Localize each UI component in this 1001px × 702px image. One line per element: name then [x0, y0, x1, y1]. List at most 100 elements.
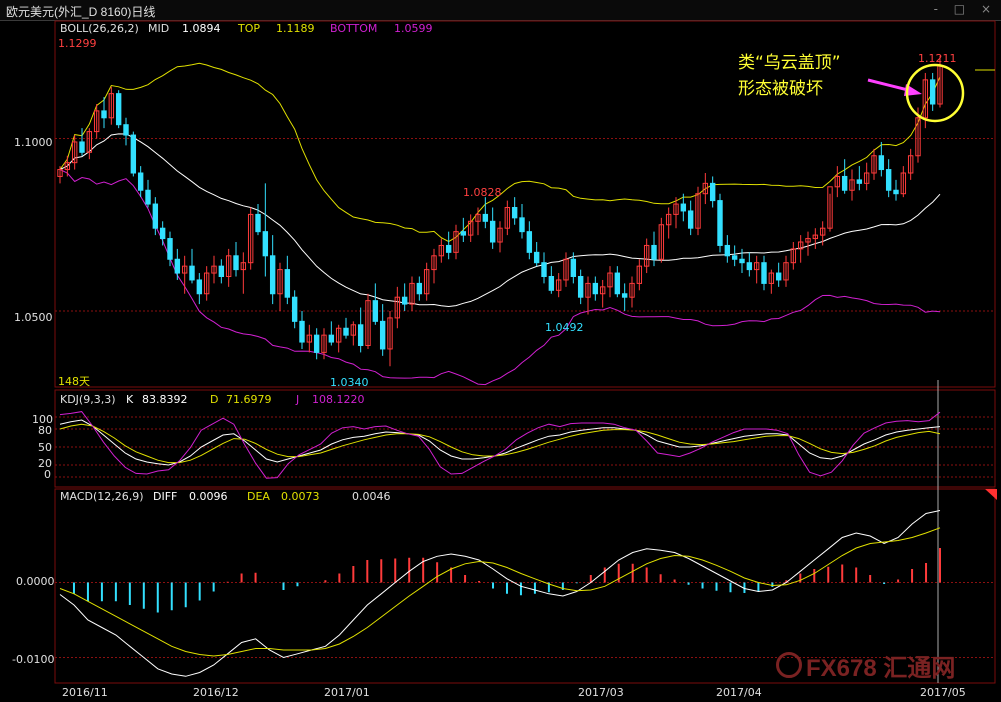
candle-body	[724, 244, 731, 257]
candle-body	[717, 200, 723, 246]
macd-dea-line	[59, 527, 941, 657]
candle-body	[167, 238, 173, 260]
candle-body	[526, 231, 533, 253]
candle-body	[445, 244, 452, 253]
macd-dea-value: 0.0073	[281, 490, 320, 503]
candle-body	[856, 179, 863, 184]
candle-body	[533, 251, 540, 264]
candle-body	[709, 182, 716, 202]
macd-y-tick: -0.0100	[12, 653, 55, 666]
price-label-high-left: 1.1299	[58, 37, 97, 50]
candle-body	[196, 279, 203, 295]
candle-body	[218, 265, 225, 277]
candle-body	[687, 210, 694, 229]
candle-body	[885, 169, 892, 191]
kdj-d-line	[59, 423, 941, 464]
kdj-y-tick: 0	[44, 468, 51, 481]
candle-body	[159, 227, 166, 240]
candle-body	[489, 220, 496, 243]
candle-body	[416, 282, 423, 295]
candle-body	[893, 189, 899, 195]
candle-body	[372, 300, 379, 322]
candle-body	[614, 272, 621, 295]
candle-body	[761, 262, 767, 284]
kdj-y-tick: 50	[38, 441, 52, 454]
boll-top-value: 1.1189	[276, 22, 315, 35]
main-panel-frame	[54, 20, 996, 388]
annotation-text-line1: 类“乌云盖顶”	[738, 53, 841, 73]
macd-legend-name: MACD(12,26,9)	[60, 490, 144, 503]
candle-body	[130, 134, 137, 174]
candle-body	[570, 258, 577, 277]
candle-body	[101, 110, 107, 119]
kdj-j-line	[59, 411, 941, 479]
kdj-k-value: 83.8392	[142, 393, 188, 406]
macd-value: 0.0046	[352, 490, 391, 503]
price-label-high-right: 1.1211	[918, 52, 957, 65]
candle-body	[79, 141, 85, 153]
annotation-text-line2: 形态被破坏	[738, 79, 823, 99]
x-tick-label: 2016/11	[62, 686, 108, 699]
candle-body	[548, 276, 555, 291]
chart-canvas[interactable]	[0, 0, 1001, 702]
kdj-d-value: 71.6979	[226, 393, 272, 406]
price-label-mid-high: 1.0828	[463, 186, 502, 199]
kdj-legend-name: KDJ(9,3,3)	[60, 393, 116, 406]
candle-body	[460, 231, 467, 236]
macd-y-tick: 0.0000	[16, 575, 55, 588]
candle-body	[841, 175, 848, 191]
candle-body	[929, 79, 936, 105]
candle-body	[482, 213, 489, 222]
candle-body	[401, 296, 408, 305]
kdj-d-label: D	[210, 393, 219, 406]
candle-body	[145, 189, 151, 205]
candle-body	[651, 244, 657, 260]
candle-body	[233, 255, 239, 271]
x-tick-label: 2017/03	[578, 686, 624, 699]
boll-legend-name: BOLL(26,26,2)	[60, 22, 139, 35]
macd-diff-value: 0.0096	[189, 490, 228, 503]
x-tick-label: 2017/04	[716, 686, 762, 699]
candle-body	[739, 258, 745, 264]
candle-body	[115, 93, 122, 126]
candle-body	[137, 172, 144, 191]
candle-body	[262, 231, 269, 257]
kdj-y-tick: 80	[38, 424, 52, 437]
x-tick-label: 2017/05	[920, 686, 966, 699]
boll-mid-label: MID	[148, 22, 170, 35]
x-tick-label: 2017/01	[324, 686, 370, 699]
price-label-low-2: 1.0492	[545, 321, 584, 334]
candle-body	[775, 272, 782, 281]
candle-body	[284, 269, 291, 298]
candle-body	[541, 262, 547, 278]
candle-body	[123, 124, 129, 136]
candle-body	[379, 320, 386, 350]
candle-body	[152, 203, 159, 229]
candle-body	[511, 207, 518, 219]
candle-body	[343, 327, 349, 336]
candle-body	[731, 255, 738, 260]
boll-top-label: TOP	[238, 22, 261, 35]
candle-body	[189, 265, 195, 281]
panel-corner-marker	[985, 489, 997, 500]
watermark-logo-icon	[776, 652, 802, 678]
macd-dea-label: DEA	[247, 490, 270, 503]
candle-body	[269, 255, 276, 295]
kdj-j-label: J	[296, 393, 300, 406]
candle-body	[357, 324, 364, 346]
boll-mid-value: 1.0894	[182, 22, 221, 35]
macd-diff-label: DIFF	[153, 490, 178, 503]
candle-body	[878, 155, 885, 171]
candle-body	[328, 334, 335, 343]
candle-body	[174, 258, 181, 274]
kdj-k-label: K	[126, 393, 134, 406]
candle-body	[519, 217, 525, 233]
days-count: 148天	[58, 375, 90, 388]
boll-bottom-value: 1.0599	[394, 22, 433, 35]
candle-body	[621, 293, 628, 298]
candle-body	[255, 213, 261, 233]
candle-body	[313, 334, 320, 353]
chart-window: 欧元美元(外汇_D 8160)日线 - □ × BOLL(26,26,2) MI…	[0, 0, 1001, 702]
candle-body	[680, 203, 687, 212]
candle-body	[577, 276, 584, 298]
